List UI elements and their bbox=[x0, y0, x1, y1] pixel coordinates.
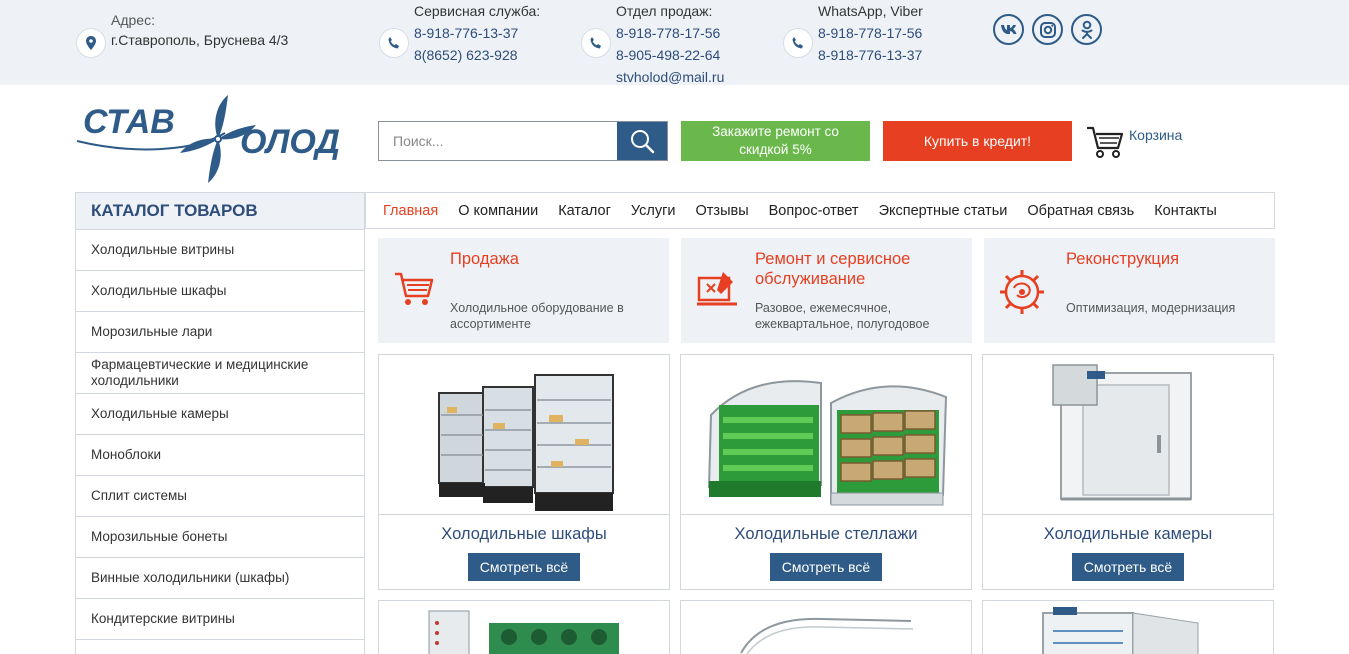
search-icon bbox=[631, 130, 655, 154]
service-title: Реконструкция bbox=[1066, 250, 1180, 268]
product-card-shelves[interactable]: Холодильные стеллажи Смотреть всё bbox=[680, 354, 972, 590]
address-value: г.Ставрополь, Бруснева 4/3 bbox=[111, 32, 289, 48]
catalog-item[interactable]: Морозильные бонеты bbox=[76, 517, 364, 558]
sales-phone-1[interactable]: 8-918-778-17-56 bbox=[616, 22, 724, 44]
messenger-phone-2[interactable]: 8-918-776-13-37 bbox=[818, 44, 923, 66]
nav-articles[interactable]: Экспертные статьи bbox=[879, 203, 1008, 219]
instagram-icon[interactable] bbox=[1032, 14, 1063, 45]
location-pin-icon bbox=[76, 28, 106, 58]
catalog-item[interactable]: Холодильные шкафы bbox=[76, 271, 364, 312]
catalog-item[interactable]: Фармацевтические и медицинские холодильн… bbox=[76, 353, 364, 394]
catalog-item[interactable]: Винные холодильники (шкафы) bbox=[76, 558, 364, 599]
nav-reviews[interactable]: Отзывы bbox=[696, 203, 749, 219]
product-name[interactable]: Холодильные камеры bbox=[983, 525, 1273, 544]
nav-faq[interactable]: Вопрос-ответ bbox=[769, 203, 859, 219]
messenger-contacts: WhatsApp, Viber 8-918-778-17-56 8-918-77… bbox=[818, 0, 923, 66]
phone-icon bbox=[379, 28, 409, 58]
sales-email[interactable]: stvholod@mail.ru bbox=[616, 66, 724, 88]
service-phone-2[interactable]: 8(8652) 623-928 bbox=[414, 44, 540, 66]
nav-home[interactable]: Главная bbox=[383, 203, 438, 219]
product-image bbox=[1042, 607, 1199, 654]
service-card-sales[interactable]: Продажа Холодильное оборудование в ассор… bbox=[378, 238, 669, 343]
product-image bbox=[428, 610, 619, 654]
view-all-button[interactable]: Смотреть всё bbox=[468, 553, 580, 581]
product-name[interactable]: Холодильные шкафы bbox=[379, 525, 669, 544]
product-card-fridges[interactable]: Холодильные шкафы Смотреть всё bbox=[378, 354, 670, 590]
service-title: Ремонт и сервисное обслуживание bbox=[755, 250, 911, 288]
sales-label: Отдел продаж: bbox=[616, 3, 713, 19]
product-image bbox=[379, 355, 669, 515]
repair-icon bbox=[695, 268, 739, 312]
cart-label: Корзина bbox=[1129, 127, 1183, 143]
product-image bbox=[740, 617, 914, 654]
catalog-title: КАТАЛОГ ТОВАРОВ bbox=[76, 193, 364, 230]
product-card-partial[interactable] bbox=[680, 600, 972, 654]
view-all-button[interactable]: Смотреть всё bbox=[770, 553, 882, 581]
catalog-item[interactable]: Холодильные камеры bbox=[76, 394, 364, 435]
product-name[interactable]: Холодильные стеллажи bbox=[681, 525, 971, 544]
top-contact-bar: Адрес: г.Ставрополь, Бруснева 4/3 Сервис… bbox=[0, 0, 1349, 85]
product-card-partial[interactable] bbox=[982, 600, 1274, 654]
nav-contacts[interactable]: Контакты bbox=[1154, 203, 1217, 219]
cart-icon bbox=[1087, 126, 1124, 158]
sales-contacts: Отдел продаж: 8-918-778-17-56 8-905-498-… bbox=[616, 0, 724, 88]
service-desc: Оптимизация, модернизация bbox=[1066, 301, 1236, 315]
catalog-item[interactable]: Кондитерские витрины bbox=[76, 599, 364, 640]
messenger-label: WhatsApp, Viber bbox=[818, 3, 923, 19]
service-phone-1[interactable]: 8-918-776-13-37 bbox=[414, 22, 540, 44]
nav-about[interactable]: О компании bbox=[458, 203, 538, 219]
odnoklassniki-icon[interactable] bbox=[1071, 14, 1102, 45]
vk-icon[interactable] bbox=[993, 14, 1024, 45]
catalog-sidebar: КАТАЛОГ ТОВАРОВ Холодильные витрины Холо… bbox=[75, 192, 365, 654]
cart-icon bbox=[392, 268, 436, 312]
catalog-item[interactable]: Холодильные витрины bbox=[76, 230, 364, 271]
catalog-item[interactable]: Моноблоки bbox=[76, 435, 364, 476]
product-card-chambers[interactable]: Холодильные камеры Смотреть всё bbox=[982, 354, 1274, 590]
phone-icon bbox=[783, 28, 813, 58]
cart-link[interactable]: Корзина bbox=[1085, 124, 1182, 160]
repair-discount-button[interactable]: Закажите ремонт со скидкой 5% bbox=[681, 121, 870, 161]
sales-phone-2[interactable]: 8-905-498-22-64 bbox=[616, 44, 724, 66]
brain-gear-icon bbox=[998, 268, 1044, 314]
search-box bbox=[378, 121, 668, 161]
logo-text-1: СТАВ bbox=[83, 103, 175, 141]
address-label: Адрес: bbox=[111, 12, 155, 28]
service-desc: Разовое, ежемесячное, ежеквартальное, по… bbox=[755, 301, 930, 331]
service-label: Сервисная служба: bbox=[414, 3, 541, 19]
search-input[interactable] bbox=[379, 122, 617, 160]
service-contacts: Сервисная служба: 8-918-776-13-37 8(8652… bbox=[414, 0, 540, 66]
site-logo[interactable]: СТАВ ОЛОД bbox=[75, 93, 367, 185]
product-image bbox=[983, 355, 1273, 515]
catalog-item[interactable]: Морозильные лари bbox=[76, 312, 364, 353]
buy-credit-button[interactable]: Купить в кредит! bbox=[883, 121, 1072, 161]
service-card-reconstruction[interactable]: Реконструкция Оптимизация, модернизация bbox=[984, 238, 1275, 343]
service-desc: Холодильное оборудование в ассортименте bbox=[450, 301, 624, 331]
catalog-item[interactable]: Сплит системы bbox=[76, 476, 364, 517]
main-nav: Главная О компании Каталог Услуги Отзывы… bbox=[365, 192, 1275, 229]
nav-feedback[interactable]: Обратная связь bbox=[1027, 203, 1134, 219]
product-image bbox=[681, 355, 971, 515]
logo-text-2: ОЛОД bbox=[240, 123, 340, 161]
search-button[interactable] bbox=[617, 122, 667, 160]
view-all-button[interactable]: Смотреть всё bbox=[1072, 553, 1184, 581]
product-card-partial[interactable] bbox=[378, 600, 670, 654]
nav-services[interactable]: Услуги bbox=[631, 203, 676, 219]
messenger-phone-1[interactable]: 8-918-778-17-56 bbox=[818, 22, 923, 44]
nav-catalog[interactable]: Каталог bbox=[558, 203, 611, 219]
service-title: Продажа bbox=[450, 250, 519, 268]
service-card-repair[interactable]: Ремонт и сервисное обслуживание Разовое,… bbox=[681, 238, 972, 343]
address-block: Адрес: г.Ставрополь, Бруснева 4/3 bbox=[111, 9, 288, 51]
phone-icon bbox=[581, 28, 611, 58]
